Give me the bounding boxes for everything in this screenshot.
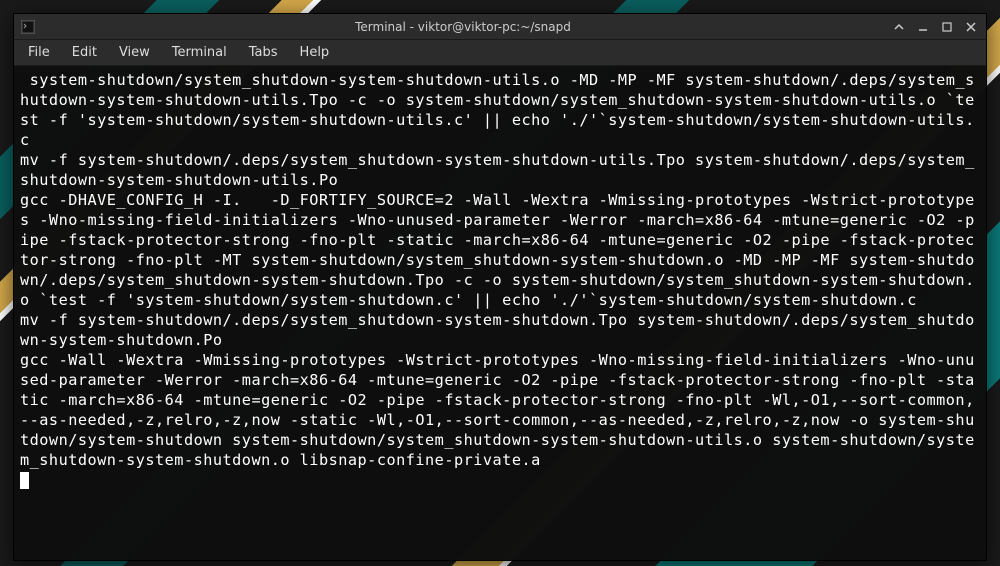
menu-help[interactable]: Help	[290, 42, 340, 63]
window-controls	[890, 18, 980, 36]
menu-tabs[interactable]: Tabs	[239, 42, 288, 63]
menu-file[interactable]: File	[18, 42, 60, 63]
terminal-window: Terminal - viktor@viktor-pc:~/snapd File…	[13, 13, 987, 561]
menubar: File Edit View Terminal Tabs Help	[14, 40, 986, 66]
minimize-button[interactable]	[914, 18, 932, 36]
close-button[interactable]	[962, 18, 980, 36]
titlebar[interactable]: Terminal - viktor@viktor-pc:~/snapd	[14, 14, 986, 40]
menu-terminal[interactable]: Terminal	[162, 42, 237, 63]
maximize-button[interactable]	[938, 18, 956, 36]
terminal-app-icon	[20, 19, 36, 35]
terminal-text: system-shutdown/system_shutdown-system-s…	[20, 71, 975, 469]
rollup-button[interactable]	[890, 18, 908, 36]
menu-edit[interactable]: Edit	[62, 42, 107, 63]
window-title: Terminal - viktor@viktor-pc:~/snapd	[44, 20, 882, 34]
menu-view[interactable]: View	[109, 42, 160, 63]
cursor	[20, 472, 29, 489]
terminal-output-area[interactable]: system-shutdown/system_shutdown-system-s…	[14, 66, 986, 560]
